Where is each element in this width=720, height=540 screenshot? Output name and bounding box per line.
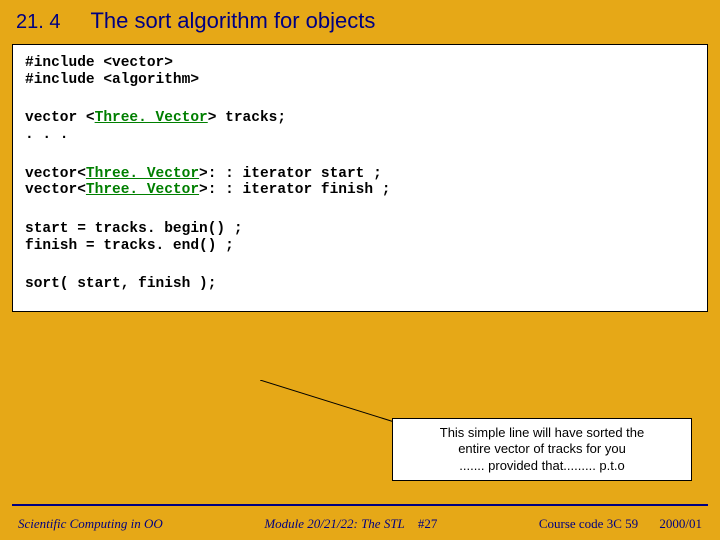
type-threevector: Three. Vector — [86, 166, 199, 182]
footer-left: Scientific Computing in OO — [18, 516, 163, 532]
slide-header: 21. 4 The sort algorithm for objects — [0, 0, 720, 44]
callout-line: ....... provided that......... p.t.o — [401, 458, 683, 474]
code-line: #include <algorithm> — [25, 72, 695, 89]
type-threevector: Three. Vector — [95, 110, 208, 126]
footer-course: Course code 3C 59 — [539, 516, 638, 531]
code-text: vector< — [25, 182, 86, 198]
footer-module: Module 20/21/22: The STL — [264, 516, 404, 531]
callout-line: entire vector of tracks for you — [401, 441, 683, 457]
code-line: . . . — [25, 127, 695, 144]
code-block-decl: vector <Three. Vector> tracks; . . . — [25, 110, 695, 143]
code-line: #include <vector> — [25, 55, 695, 72]
code-text: vector< — [25, 166, 86, 182]
code-line: finish = tracks. end() ; — [25, 238, 695, 255]
code-text: >: : iterator finish ; — [199, 182, 390, 198]
footer-right: Course code 3C 59 2000/01 — [539, 516, 702, 532]
code-text: vector < — [25, 110, 95, 126]
code-line: start = tracks. begin() ; — [25, 221, 695, 238]
code-line: vector<Three. Vector>: : iterator start … — [25, 166, 695, 183]
type-threevector: Three. Vector — [86, 182, 199, 198]
code-block-assign: start = tracks. begin() ; finish = track… — [25, 221, 695, 254]
slide-title: The sort algorithm for objects — [90, 8, 375, 34]
footer-rule — [12, 504, 708, 506]
code-block-includes: #include <vector> #include <algorithm> — [25, 55, 695, 88]
code-block-sort: sort( start, finish ); — [25, 276, 695, 293]
code-line: vector<Three. Vector>: : iterator finish… — [25, 182, 695, 199]
slide-footer: Scientific Computing in OO Module 20/21/… — [0, 516, 720, 532]
footer-center: Module 20/21/22: The STL #27 — [163, 516, 539, 532]
code-text: > tracks; — [208, 110, 286, 126]
code-block-iterators: vector<Three. Vector>: : iterator start … — [25, 166, 695, 199]
code-text: >: : iterator start ; — [199, 166, 382, 182]
footer-page: #27 — [418, 516, 438, 531]
code-box: #include <vector> #include <algorithm> v… — [12, 44, 708, 312]
callout-line: This simple line will have sorted the — [401, 425, 683, 441]
section-number: 21. 4 — [16, 11, 60, 34]
code-line: vector <Three. Vector> tracks; — [25, 110, 695, 127]
code-line: sort( start, finish ); — [25, 276, 695, 293]
footer-year: 2000/01 — [659, 516, 702, 531]
callout-box: This simple line will have sorted the en… — [392, 418, 692, 481]
